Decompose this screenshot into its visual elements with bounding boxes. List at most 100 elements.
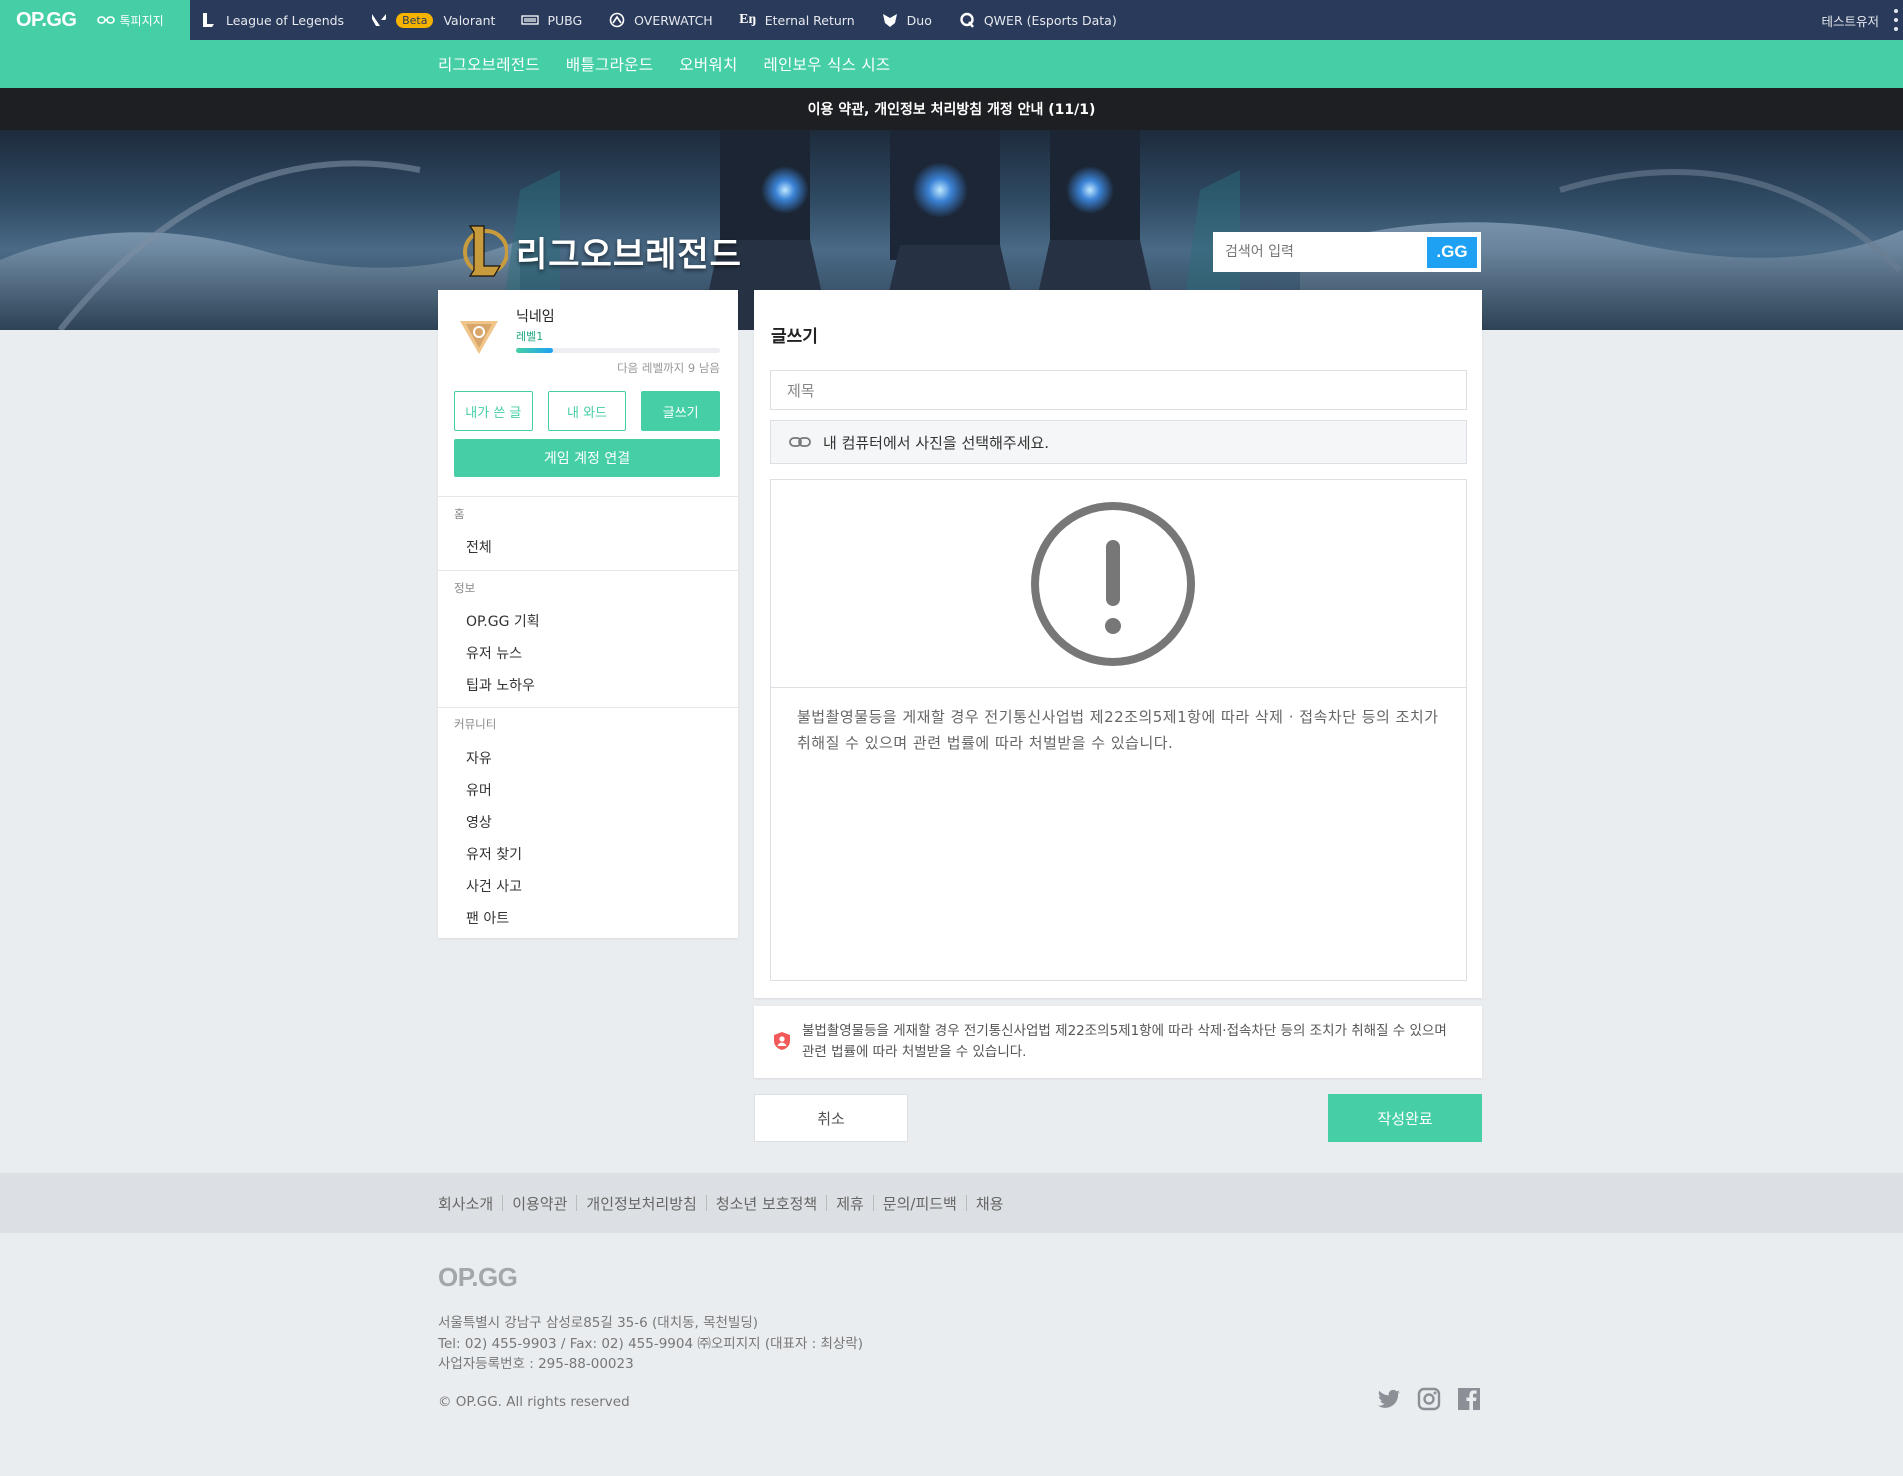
goggles-icon [96,16,115,24]
legal-alert-box: 불법촬영물등을 게재할 경우 전기통신사업법 제22조의5제1항에 따라 삭제·… [754,1006,1482,1078]
nav-item-label: OVERWATCH [634,12,713,28]
sidebar-item-all[interactable]: 전체 [466,537,492,557]
opgg-logo[interactable]: OP.GG [16,9,77,32]
photo-upload-field[interactable]: 내 컴퓨터에서 사진을 선택해주세요. [770,420,1467,464]
sidebar-item-fan-art[interactable]: 팬 아트 [466,908,509,928]
overwatch-icon [608,11,626,29]
subnav-item-lol[interactable]: 리그오브레전드 [438,53,540,75]
search-input[interactable] [1217,244,1427,260]
valorant-icon [370,11,388,29]
brand-area: OP.GG 톡피지지 [0,0,190,40]
duo-icon [881,11,899,29]
twitter-icon[interactable] [1376,1386,1402,1412]
connect-game-account-button[interactable]: 게임 계정 연결 [454,439,720,477]
nav-item-eternal-return[interactable]: Eŋ Eternal Return [739,11,855,29]
user-name[interactable]: 테스트유저 [1821,0,1879,40]
social-links [1376,1386,1482,1412]
nav-item-label: League of Legends [226,12,345,28]
sidebar-item-free[interactable]: 자유 [466,748,492,768]
nav-item-duo[interactable]: Duo [881,11,932,29]
footer-link-terms[interactable]: 이용약관 [512,1193,567,1214]
footer-address: 서울특별시 강남구 삼성로85길 35-6 (대치동, 목천빌딩) [438,1315,759,1331]
summoner-search: .GG [1213,232,1481,272]
game-title-text: 리그오브레전드 [516,234,742,275]
my-wards-button[interactable]: 내 와드 [547,391,627,431]
sidebar-section-community: 커뮤니티 자유 유머 영상 유저 찾기 사건 사고 팬 아트 [438,707,738,937]
game-title: 리그오브레전드 [462,222,742,280]
level-progress-fill [516,348,553,353]
title-input[interactable]: 제목 [770,370,1467,410]
sidebar-item-find-user[interactable]: 유저 찾기 [466,844,522,864]
footer-copyright: © OP.GG. All rights reserved [438,1394,630,1410]
subnav-item-r6[interactable]: 레인보우 식스 시즈 [764,53,891,75]
nav-item-label: Valorant [443,12,496,28]
cancel-button[interactable]: 취소 [754,1094,908,1142]
section-title: 커뮤니티 [454,717,497,731]
nav-item-label: PUBG [547,12,583,28]
footer-company-info: 서울특별시 강남구 삼성로85길 35-6 (대치동, 목천빌딩) Tel: 0… [438,1313,863,1375]
lol-logo-icon [463,225,508,277]
footer-contact: Tel: 02) 455-9903 / Fax: 02) 455-9904 ㈜오… [438,1335,864,1352]
level-progress-bar [516,348,720,353]
facebook-icon[interactable] [1456,1386,1482,1412]
footer-biz-number: 사업자등록번호 : 295-88-00023 [438,1356,634,1372]
qwer-icon [958,11,976,29]
footer-link-company[interactable]: 회사소개 [438,1193,493,1214]
footer-link-privacy[interactable]: 개인정보처리방침 [586,1193,696,1214]
pubg-icon [521,11,540,29]
game-sub-navigation: 리그오브레전드 배틀그라운드 오버워치 레인보우 식스 시즈 [0,40,1903,88]
nav-item-valorant[interactable]: Beta Valorant [370,11,495,29]
next-level-text: 다음 레벨까지 9 남음 [617,361,720,375]
my-posts-button[interactable]: 내가 쓴 글 [454,391,533,431]
sidebar-item-video[interactable]: 영상 [466,812,492,832]
legal-alert-text: 불법촬영물등을 게재할 경우 전기통신사업법 제22조의5제1항에 따라 삭제·… [802,1023,1447,1060]
subnav-item-pubg[interactable]: 배틀그라운드 [566,53,653,75]
notice-bar[interactable]: 이용 약관, 개인정보 처리방침 개정 안내 (11/1) [0,88,1903,130]
sidebar-section-home: 홈 전체 [438,496,738,570]
section-title: 홈 [454,507,465,521]
profile-card: 닉네임 레벨1 다음 레벨까지 9 남음 [458,306,720,375]
nav-item-overwatch[interactable]: OVERWATCH [608,11,713,29]
nav-item-pubg[interactable]: PUBG [521,11,582,29]
submit-button[interactable]: 작성완료 [1328,1094,1482,1142]
nav-item-label: Duo [906,12,932,28]
sidebar-item-opgg-plan[interactable]: OP.GG 기획 [466,611,540,631]
editor-heading: 글쓰기 [771,327,818,347]
nav-item-lol[interactable]: League of Legends [200,11,344,29]
sidebar-section-info: 정보 OP.GG 기획 유저 뉴스 팁과 노하우 [438,570,738,708]
footer-logo: OP.GG [438,1262,518,1292]
beta-badge: Beta [396,12,434,28]
nav-item-label: Eternal Return [764,12,855,28]
photo-upload-label: 내 컴퓨터에서 사진을 선택해주세요. [823,433,1050,452]
top-navigation: OP.GG 톡피지지 League of Legends Beta Valora… [0,0,1903,40]
nav-item-label: QWER (Esports Data) [983,12,1117,28]
link-icon [789,437,811,447]
subnav-item-overwatch[interactable]: 오버워치 [679,53,737,75]
sidebar-item-user-news[interactable]: 유저 뉴스 [466,643,522,663]
sidebar-item-incidents[interactable]: 사건 사고 [466,876,522,896]
talk-opgg-label: 톡피지지 [119,13,164,28]
nav-item-qwer[interactable]: QWER (Esports Data) [958,11,1117,29]
more-menu-icon[interactable] [1893,9,1899,31]
footer-link-careers[interactable]: 채용 [976,1193,1004,1214]
nickname: 닉네임 [516,309,555,325]
body-legal-notice: 불법촬영물등을 게재할 경우 전기통신사업법 제22조의5제1항에 따라 삭제 … [797,708,1439,752]
post-body-editor[interactable]: 불법촬영물등을 게재할 경우 전기통신사업법 제22조의5제1항에 따라 삭제 … [770,479,1467,981]
talk-opgg-link[interactable]: 톡피지지 [96,12,164,29]
footer-link-youth[interactable]: 청소년 보호정책 [716,1193,817,1214]
section-title: 정보 [454,581,476,595]
sidebar-item-tips[interactable]: 팁과 노하우 [466,675,535,695]
sidebar-item-humor[interactable]: 유머 [466,780,492,800]
search-gg-button[interactable]: .GG [1427,236,1477,268]
instagram-icon[interactable] [1416,1386,1442,1412]
rank-badge-icon [460,321,498,354]
footer-link-partnership[interactable]: 제휴 [836,1193,864,1214]
footer-links: 회사소개 이용약관 개인정보처리방침 청소년 보호정책 제휴 문의/피드백 채용 [0,1173,1903,1233]
eternal-return-icon: Eŋ [739,12,757,27]
footer-link-feedback[interactable]: 문의/피드백 [883,1193,957,1214]
sidebar: 닉네임 레벨1 다음 레벨까지 9 남음 내가 쓴 글 내 와드 글쓰기 게임 … [438,290,738,938]
write-button[interactable]: 글쓰기 [641,391,721,431]
post-editor: 글쓰기 제목 내 컴퓨터에서 사진을 선택해주세요. 불법촬영물등을 게재할 경… [754,290,1482,998]
exclamation-warning-icon [1031,502,1195,666]
shield-user-icon [774,1032,790,1050]
